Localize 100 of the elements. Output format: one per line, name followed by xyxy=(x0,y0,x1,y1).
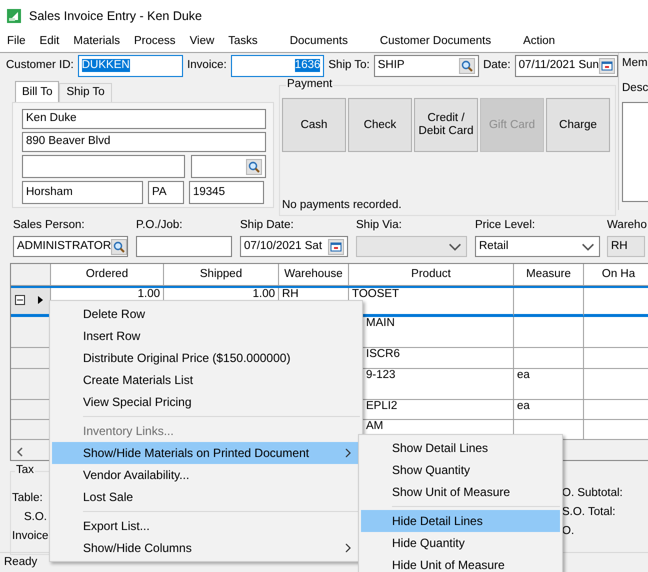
field-value: PA xyxy=(152,186,166,200)
field-label: Sales Person: xyxy=(13,219,86,233)
field-value: SHIP xyxy=(378,58,405,72)
menu-item[interactable]: View xyxy=(182,35,222,49)
payment-status: No payments recorded. xyxy=(282,199,403,213)
table-cell: ea xyxy=(514,400,584,420)
column-header[interactable]: On Ha xyxy=(584,264,648,286)
po-job-field[interactable] xyxy=(136,236,232,257)
address-field[interactable] xyxy=(22,155,185,178)
date-field[interactable]: 07/11/2021 Sun xyxy=(514,54,618,76)
column-header[interactable]: Product xyxy=(349,264,514,286)
menu-item[interactable]: Customer Documents xyxy=(372,35,498,49)
address-tab[interactable]: Bill To xyxy=(15,81,60,102)
context-menu-item[interactable]: Vendor Availability... xyxy=(52,464,360,486)
menu-item[interactable]: Process xyxy=(127,35,183,49)
city-field[interactable]: Horsham xyxy=(22,181,143,204)
table-cell xyxy=(514,288,584,317)
memo-box[interactable] xyxy=(622,102,648,202)
submenu-item[interactable]: Show Unit of Measure xyxy=(361,481,560,503)
state-field[interactable]: PA xyxy=(148,181,184,204)
field-value: 890 Beaver Blvd xyxy=(26,135,110,149)
table-cell: ea xyxy=(514,369,584,400)
row-pointer-icon xyxy=(37,296,44,304)
payment-button[interactable]: Charge xyxy=(546,98,610,152)
submenu-item[interactable]: Show Quantity xyxy=(361,459,560,481)
field-value: RH xyxy=(611,240,628,254)
field-value: DUKKEN xyxy=(82,58,130,72)
field-label: Ship Via: xyxy=(356,219,403,233)
field-label: Date: xyxy=(483,58,511,72)
table-cell xyxy=(584,317,648,348)
submenu-item[interactable]: Hide Detail Lines xyxy=(361,510,560,532)
zip-field[interactable]: 19345 xyxy=(189,181,264,204)
group-title: Payment xyxy=(286,78,334,92)
menu-item[interactable]: File xyxy=(0,35,33,49)
column-header[interactable]: Measure xyxy=(514,264,584,286)
payment-button[interactable]: Cash xyxy=(282,98,346,152)
table-cell xyxy=(584,400,648,420)
field-value: 1636 xyxy=(294,58,320,72)
window-title: Sales Invoice Entry - Ken Duke xyxy=(29,8,202,24)
table-cell xyxy=(584,369,648,400)
context-menu-item[interactable]: Show/Hide Materials on Printed Document xyxy=(52,442,360,464)
field-value: Ken Duke xyxy=(26,112,77,126)
search-icon[interactable] xyxy=(246,158,262,174)
field-value: 19345 xyxy=(193,186,225,200)
field-label: Wareho xyxy=(607,219,645,233)
context-menu-item[interactable]: Lost Sale xyxy=(52,486,360,508)
menu-item[interactable]: Materials xyxy=(66,35,128,49)
menu-item[interactable]: Edit xyxy=(32,35,66,49)
context-menu-item[interactable]: Export List... xyxy=(52,515,360,537)
field-value: Horsham xyxy=(26,186,73,200)
payment-button[interactable]: Check xyxy=(348,98,412,152)
column-header[interactable]: Shipped xyxy=(164,264,279,286)
collapse-icon[interactable] xyxy=(15,295,25,305)
menu-item[interactable]: Documents xyxy=(282,35,355,49)
column-header[interactable]: Warehouse xyxy=(279,264,349,286)
table-cell: TOOSET xyxy=(349,288,514,317)
scroll-left-icon[interactable] xyxy=(16,446,24,456)
calendar-icon[interactable] xyxy=(598,58,615,74)
table-cell xyxy=(584,420,648,440)
field-label: P.O./Job: xyxy=(136,219,184,233)
submenu-item[interactable]: Show Detail Lines xyxy=(361,437,560,459)
row-header[interactable] xyxy=(11,288,51,317)
description-label: Desc xyxy=(622,82,648,96)
lookup-field[interactable] xyxy=(191,155,266,178)
table-cell xyxy=(584,288,648,317)
dropdown[interactable]: Retail xyxy=(475,236,600,257)
field-value: ADMINISTRATOR xyxy=(17,240,112,254)
field-label: Customer ID: xyxy=(6,58,74,72)
ship-date-field[interactable]: 07/10/2021 Sat xyxy=(240,236,348,257)
invoice-field[interactable]: 1636 xyxy=(230,54,324,76)
table-cell xyxy=(514,348,584,369)
name-field[interactable]: Ken Duke xyxy=(22,109,266,129)
table-cell xyxy=(514,317,584,348)
app-icon xyxy=(6,8,22,24)
field-value: 07/10/2021 Sat xyxy=(244,240,322,254)
customer-id-field[interactable]: DUKKEN xyxy=(78,54,184,76)
payment-button[interactable]: Credit / Debit Card xyxy=(414,98,478,152)
street-field[interactable]: 890 Beaver Blvd xyxy=(22,132,266,152)
context-menu-item[interactable]: Show/Hide Columns xyxy=(52,537,360,559)
field-value: Retail xyxy=(479,240,508,254)
search-icon[interactable] xyxy=(111,238,127,254)
address-tab[interactable]: Ship To xyxy=(59,83,112,102)
status-text: Ready xyxy=(4,556,38,568)
field-value: 07/11/2021 Sun xyxy=(518,58,599,72)
field-label: Price Level: xyxy=(475,219,536,233)
ship-to-field[interactable]: SHIP xyxy=(374,54,480,76)
calendar-icon[interactable] xyxy=(328,238,344,254)
field-label: Ship To: xyxy=(328,58,370,72)
table-cell xyxy=(584,348,648,369)
menu-item[interactable]: Action xyxy=(516,35,562,49)
submenu-item[interactable]: Hide Unit of Measure xyxy=(361,554,560,572)
column-header[interactable]: Ordered xyxy=(51,264,164,286)
memo-label: Mem xyxy=(622,57,648,71)
search-icon[interactable] xyxy=(459,58,476,74)
sales-person-field[interactable]: ADMINISTRATOR xyxy=(13,236,128,257)
total-label: S.O. Total: xyxy=(562,506,616,520)
field-label: Ship Date: xyxy=(240,219,295,233)
field-label: Invoice: xyxy=(187,58,227,72)
submenu-item[interactable]: Hide Quantity xyxy=(361,532,560,554)
menu-item[interactable]: Tasks xyxy=(221,35,265,49)
